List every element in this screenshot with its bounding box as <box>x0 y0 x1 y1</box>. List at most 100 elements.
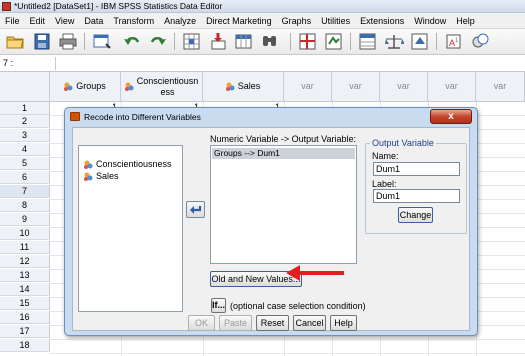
col-header-conscientiousness[interactable]: Conscientiousn ess <box>121 72 203 102</box>
goto-case-icon[interactable] <box>182 32 202 51</box>
ok-button[interactable]: OK <box>188 315 215 331</box>
select-cases-icon[interactable] <box>358 32 378 51</box>
menu-help[interactable]: Help <box>451 16 480 26</box>
change-button[interactable]: Change <box>398 207 433 223</box>
open-folder-icon[interactable] <box>5 32 25 51</box>
menu-direct-marketing[interactable]: Direct Marketing <box>201 16 277 26</box>
output-variable-group: Output Variable Name: Dum1 Label: Dum1 C… <box>365 138 467 234</box>
dialog-title-bar[interactable]: Recode into Different Variables x <box>65 108 477 125</box>
menu-graphs[interactable]: Graphs <box>277 16 317 26</box>
row-header[interactable]: 2 <box>0 115 50 128</box>
row-header[interactable]: 4 <box>0 143 50 156</box>
dialog-recall-icon[interactable] <box>92 32 112 51</box>
nominal-variable-icon <box>64 82 73 91</box>
help-button[interactable]: Help <box>330 315 357 331</box>
save-icon[interactable] <box>32 32 52 51</box>
window-title: *Untitled2 [DataSet1] - IBM SPSS Statist… <box>14 1 223 11</box>
insert-variable-icon[interactable] <box>234 32 254 51</box>
recode-dialog: Recode into Different Variables x Consci… <box>64 107 478 336</box>
menu-analyze[interactable]: Analyze <box>159 16 201 26</box>
print-icon[interactable] <box>58 32 78 51</box>
menu-extensions[interactable]: Extensions <box>355 16 409 26</box>
dialog-title: Recode into Different Variables <box>84 112 201 122</box>
list-item-label: Conscientiousness <box>96 159 172 169</box>
col-header-var[interactable]: var <box>380 72 428 102</box>
value-labels-icon[interactable] <box>384 32 405 51</box>
move-variable-button[interactable] <box>186 201 205 218</box>
weight-cases-icon[interactable] <box>324 32 344 51</box>
dialog-body: Conscientiousness Sales Numeric Variable… <box>72 127 470 331</box>
list-item-label: Sales <box>96 171 119 181</box>
insert-cases-icon[interactable] <box>208 32 228 51</box>
col-header-sales[interactable]: Sales <box>203 72 284 102</box>
callout-arrow-icon <box>284 264 346 282</box>
row-header[interactable]: 16 <box>0 311 50 324</box>
menu-data[interactable]: Data <box>79 16 108 26</box>
find-icon[interactable] <box>260 32 280 51</box>
row-header[interactable]: 10 <box>0 227 50 240</box>
menu-transform[interactable]: Transform <box>108 16 159 26</box>
redo-icon[interactable] <box>148 32 168 51</box>
row-header[interactable]: 13 <box>0 269 50 282</box>
menu-file[interactable]: File <box>0 16 25 26</box>
col-header-var[interactable]: var <box>428 72 476 102</box>
cellbar-divider <box>55 57 56 70</box>
cell-reference-bar: 7 : <box>0 55 525 72</box>
output-variable-title: Output Variable <box>370 138 436 148</box>
cell-reference: 7 : <box>3 58 14 68</box>
row-header[interactable]: 17 <box>0 325 50 338</box>
row-header[interactable]: 9 <box>0 213 50 226</box>
nominal-variable-icon <box>124 82 134 91</box>
col-header-groups[interactable]: Groups <box>50 72 121 102</box>
row-header[interactable]: 8 <box>0 199 50 212</box>
reset-button[interactable]: Reset <box>256 315 289 331</box>
corner-cell[interactable] <box>0 72 50 102</box>
use-sets-icon[interactable] <box>410 32 430 51</box>
mapping-list[interactable]: Groups --> Dum1 <box>210 145 357 264</box>
row-header[interactable]: 7 <box>0 185 50 198</box>
col-header-var[interactable]: var <box>332 72 380 102</box>
row-header[interactable]: 6 <box>0 171 50 184</box>
paste-button[interactable]: Paste <box>219 315 252 331</box>
label-field[interactable]: Dum1 <box>373 189 460 203</box>
menu-window[interactable]: Window <box>409 16 451 26</box>
name-label: Name: <box>372 151 399 161</box>
row-header[interactable]: 14 <box>0 283 50 296</box>
if-button[interactable]: If... <box>211 298 226 313</box>
row-header[interactable]: 5 <box>0 157 50 170</box>
col-header-label-wrap: ess <box>160 86 175 97</box>
if-caption: (optional case selection condition) <box>230 301 366 311</box>
spelling-icon[interactable]: A1 <box>444 32 464 51</box>
row-header[interactable]: 3 <box>0 129 50 142</box>
row-header[interactable]: 1 <box>0 102 50 115</box>
nominal-variable-icon <box>84 172 93 181</box>
menu-utilities[interactable]: Utilities <box>316 16 355 26</box>
arrow-left-icon <box>190 206 202 214</box>
row-header[interactable]: 12 <box>0 255 50 268</box>
nominal-variable-icon <box>84 160 93 169</box>
split-file-icon[interactable] <box>298 32 318 51</box>
cancel-button[interactable]: Cancel <box>293 315 326 331</box>
dialog-app-icon <box>70 112 80 121</box>
toolbar: A1 <box>0 29 525 55</box>
mapping-item[interactable]: Groups --> Dum1 <box>212 148 355 159</box>
name-field[interactable]: Dum1 <box>373 162 460 176</box>
undo-icon[interactable] <box>122 32 142 51</box>
nominal-variable-icon <box>225 82 235 91</box>
row-header[interactable]: 18 <box>0 339 50 352</box>
scripting-icon[interactable] <box>470 32 490 51</box>
title-bar: *Untitled2 [DataSet1] - IBM SPSS Statist… <box>0 0 525 13</box>
list-item-conscientiousness[interactable]: Conscientiousness <box>84 159 172 169</box>
col-header-var[interactable]: var <box>284 72 332 102</box>
row-header[interactable]: 15 <box>0 297 50 310</box>
menu-edit[interactable]: Edit <box>25 16 51 26</box>
source-variable-list[interactable]: Conscientiousness Sales <box>78 145 183 312</box>
list-item-sales[interactable]: Sales <box>84 171 119 181</box>
close-button[interactable]: x <box>430 109 472 124</box>
row-header[interactable]: 11 <box>0 241 50 254</box>
numeric-variable-label: Numeric Variable -> Output Variable: <box>210 134 356 144</box>
label-label: Label: <box>372 179 397 189</box>
menu-view[interactable]: View <box>50 16 79 26</box>
col-header-var[interactable]: var <box>476 72 525 102</box>
menu-bar: File Edit View Data Transform Analyze Di… <box>0 13 525 29</box>
